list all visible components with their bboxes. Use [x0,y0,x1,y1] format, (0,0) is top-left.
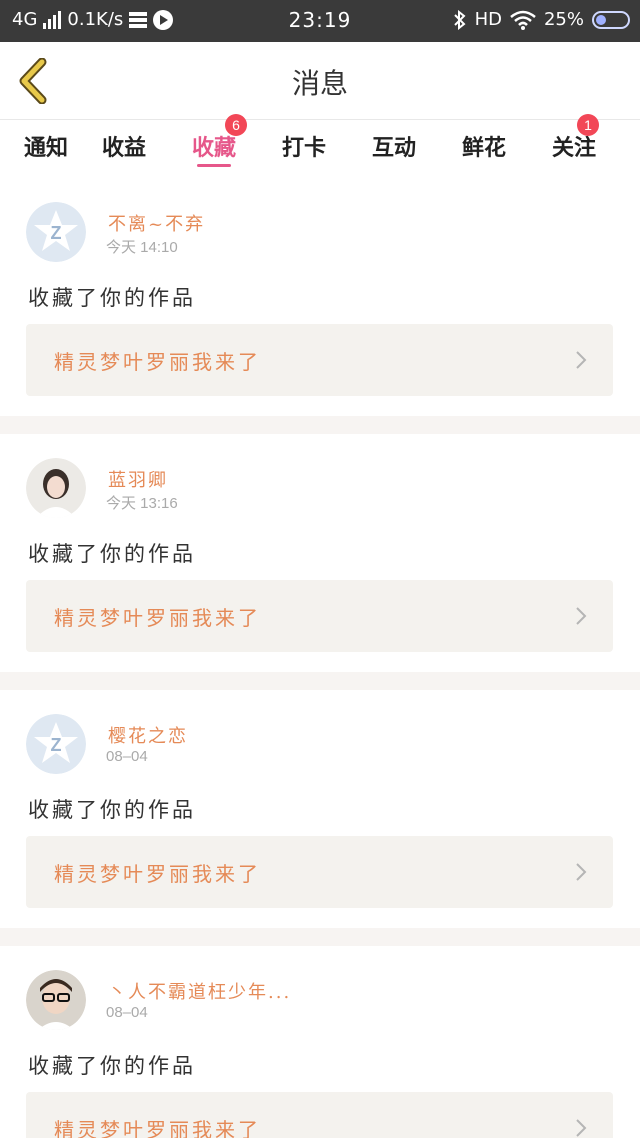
unread-badge: 1 [577,114,599,136]
tab-bar: 通知 收益 收藏 6 打卡 互动 鲜花 关注 1 [0,114,640,178]
user-avatar[interactable] [26,458,86,518]
message-item: 蓝羽卿 今天 13:16 收藏了你的作品 精灵梦叶罗丽我来了 [0,434,640,672]
chevron-right-icon [576,1119,587,1137]
tab-notification[interactable]: 通知 [24,120,79,178]
chevron-right-icon [576,607,587,625]
default-avatar-icon[interactable]: Z [26,714,86,774]
work-title: 精灵梦叶罗丽我来了 [54,862,261,886]
username[interactable]: 樱花之恋 [108,722,188,748]
action-text: 收藏了你的作品 [28,798,196,822]
work-link[interactable]: 精灵梦叶罗丽我来了 [26,580,613,652]
status-bar: 4G 0.1K/s 23:19 HD 25% [0,0,640,42]
default-avatar-icon[interactable]: Z [26,202,86,262]
tab-favorites[interactable]: 收藏 6 [169,114,259,178]
divider [0,416,640,434]
battery-level: 25% [543,9,584,30]
username[interactable]: 丶人不霸道枉少年... [108,978,291,1004]
message-item: Z 樱花之恋 08–04 收藏了你的作品 精灵梦叶罗丽我来了 [0,690,640,928]
work-link[interactable]: 精灵梦叶罗丽我来了 [26,836,613,908]
chevron-right-icon [576,863,587,881]
tab-label: 收藏 [191,135,236,161]
unread-badge: 6 [225,114,247,136]
page-title: 消息 [291,67,348,100]
work-title: 精灵梦叶罗丽我来了 [54,606,261,630]
username[interactable]: 蓝羽卿 [108,466,168,492]
svg-text:Z: Z [51,223,62,243]
tab-checkin[interactable]: 打卡 [259,120,349,178]
timestamp: 今天 13:16 [106,495,178,512]
action-text: 收藏了你的作品 [28,542,196,566]
chevron-right-icon [576,351,587,369]
divider [0,928,640,946]
tab-follow[interactable]: 关注 1 [529,114,619,178]
action-text: 收藏了你的作品 [28,286,196,310]
username[interactable]: 不离~不弃 [108,210,205,236]
divider [0,672,640,690]
message-item: 丶人不霸道枉少年... 08–04 收藏了你的作品 精灵梦叶罗丽我来了 [0,946,640,1138]
work-link[interactable]: 精灵梦叶罗丽我来了 [26,1092,613,1138]
user-avatar[interactable] [26,970,86,1030]
timestamp: 08–04 [106,748,148,765]
tab-flowers[interactable]: 鲜花 [439,120,529,178]
tab-label: 关注 [551,135,596,161]
tab-label: 互动 [371,135,416,161]
tab-interaction[interactable]: 互动 [349,120,439,178]
tab-earnings[interactable]: 收益 [79,120,169,178]
tab-label: 打卡 [281,135,326,161]
status-right: HD 25% [453,9,630,30]
wifi-icon [510,10,536,30]
active-tab-indicator [197,164,231,167]
svg-text:Z: Z [51,735,62,755]
tab-label: 收益 [101,135,146,161]
battery-icon [592,10,630,29]
action-text: 收藏了你的作品 [28,1054,196,1078]
message-list: Z 不离~不弃 今天 14:10 收藏了你的作品 精灵梦叶罗丽我来了 蓝羽卿 今… [0,178,640,1138]
tab-label: 通知 [24,135,69,161]
timestamp: 08–04 [106,1004,148,1021]
header: 消息 [0,42,640,120]
work-link[interactable]: 精灵梦叶罗丽我来了 [26,324,613,396]
hd-label: HD [474,9,502,30]
timestamp: 今天 14:10 [106,239,178,256]
work-title: 精灵梦叶罗丽我来了 [54,350,261,374]
work-title: 精灵梦叶罗丽我来了 [54,1118,261,1138]
tab-label: 鲜花 [461,135,506,161]
bluetooth-icon [453,9,466,30]
message-item: Z 不离~不弃 今天 14:10 收藏了你的作品 精灵梦叶罗丽我来了 [0,178,640,416]
